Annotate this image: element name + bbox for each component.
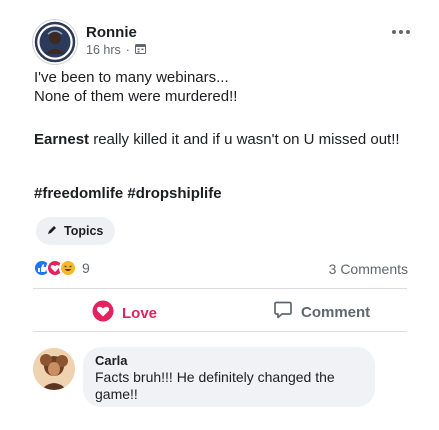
topics-button[interactable]: Topics	[36, 217, 116, 245]
comment-text: Facts bruh!!! He definitely changed the …	[95, 369, 335, 402]
reaction-count: 9	[82, 260, 90, 276]
post-body-text: really killed it and if u wasn't on U mi…	[89, 131, 400, 148]
love-icon	[92, 300, 114, 326]
post-meta: 16 hrs ·	[86, 43, 146, 57]
commenter-name[interactable]: Carla	[95, 353, 363, 369]
more-options-icon[interactable]	[392, 30, 410, 34]
author-name[interactable]: Ronnie	[86, 24, 137, 41]
mentioned-name[interactable]: Earnest	[34, 131, 89, 148]
divider	[33, 331, 407, 332]
post-hashtags[interactable]: #freedomlife #dropshiplife	[34, 184, 404, 203]
haha-reaction-icon	[59, 259, 77, 277]
comment-label: Comment	[301, 303, 371, 321]
comment-icon	[273, 300, 293, 324]
post-body-paragraph-2: Earnest really killed it and if u wasn't…	[34, 130, 404, 149]
divider	[33, 288, 407, 289]
post-time[interactable]: 16 hrs	[86, 43, 121, 57]
comment-button[interactable]: Comment	[273, 300, 370, 324]
commenter-avatar[interactable]	[33, 348, 75, 390]
comments-count[interactable]: 3 Comments	[329, 261, 408, 277]
meta-separator: ·	[125, 43, 130, 57]
feed-post: Ronnie 16 hrs · I've been to many webina…	[0, 0, 439, 430]
post-body-line: None of them were murdered!!	[34, 88, 238, 105]
love-label: Love	[122, 304, 158, 322]
post-body-paragraph-1: I've been to many webinars... None of th…	[34, 68, 404, 106]
love-button[interactable]: Love	[92, 300, 157, 326]
post-body-line: I've been to many webinars...	[34, 69, 229, 86]
author-avatar[interactable]	[33, 20, 77, 64]
topics-label: Topics	[64, 224, 104, 238]
calendar-icon	[134, 43, 146, 57]
pencil-icon	[46, 224, 58, 239]
reaction-summary[interactable]: 9	[33, 259, 90, 277]
comment-bubble: Carla Facts bruh!!! He definitely change…	[83, 347, 375, 407]
